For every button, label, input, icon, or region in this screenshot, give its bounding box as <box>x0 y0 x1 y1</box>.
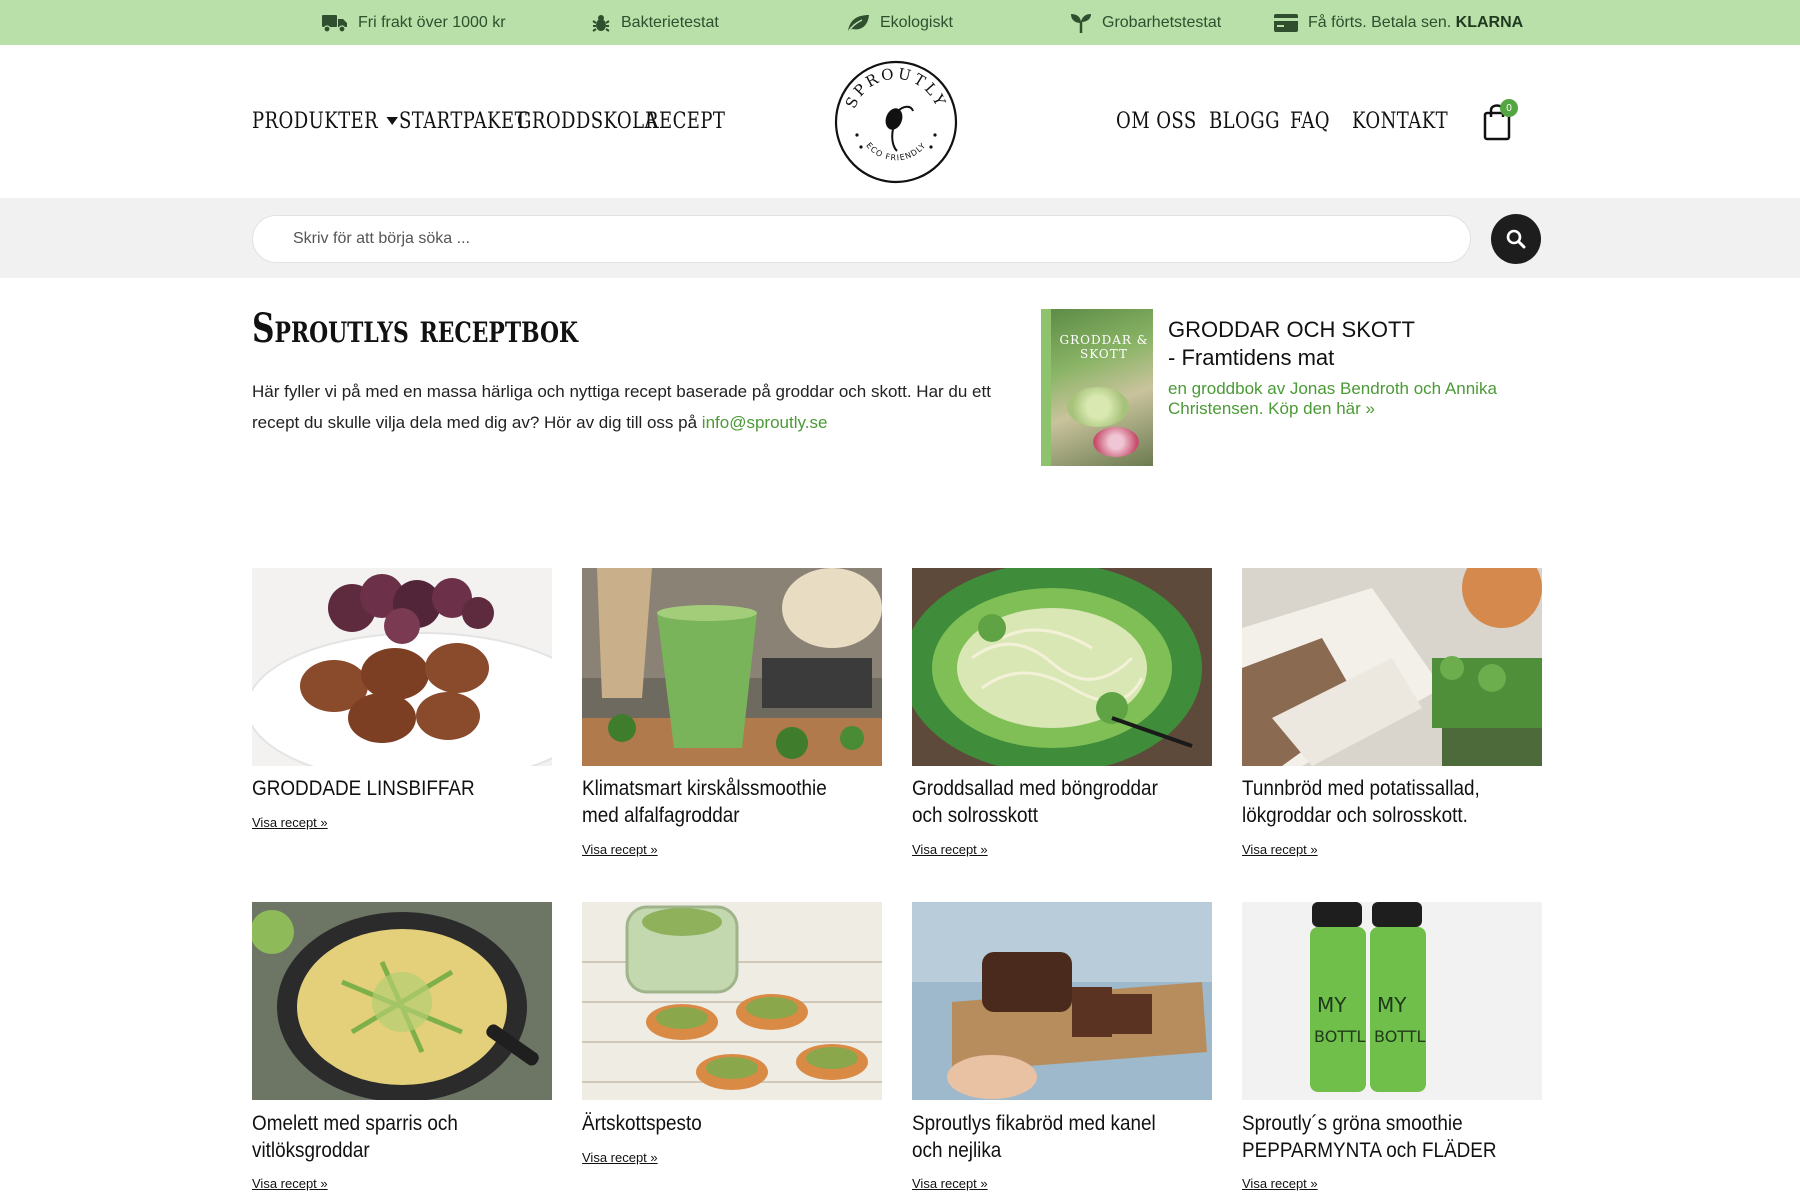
recipe-title[interactable]: Klimatsmart kirskålssmoothie med alfalfa… <box>582 775 852 829</box>
topbar-item-shipping: Fri frakt över 1000 kr <box>322 0 506 45</box>
topbar-label: Få förts. Betala sen. KLARNA <box>1308 13 1524 31</box>
nav-item-blogg[interactable]: BLOGG <box>1209 45 1280 198</box>
recipe-title[interactable]: Groddsallad med böngroddar och solrossko… <box>912 775 1182 829</box>
recipe-image-groddsallad[interactable] <box>912 568 1212 766</box>
book-cover-title: GRODDAR & SKOTT <box>1059 333 1149 361</box>
book-title[interactable]: GRODDAR OCH SKOTT - Framtidens mat <box>1168 316 1415 372</box>
topbar-item-klarna: Få förts. Betala sen. KLARNA <box>1274 0 1523 45</box>
nav-item-kontakt[interactable]: KONTAKT <box>1352 45 1448 198</box>
recipe-link[interactable]: Visa recept » <box>912 842 988 857</box>
recipe-title[interactable]: Omelett med sparris och vitlöksgroddar <box>252 1110 522 1164</box>
nav-item-produkter[interactable]: PRODUKTER <box>252 45 398 198</box>
topbar-label: Ekologiskt <box>880 13 953 31</box>
truck-icon <box>322 14 347 33</box>
topbar-label: Grobarhetstestat <box>1102 13 1222 31</box>
svg-text:BOTTL: BOTTL <box>1314 1027 1366 1046</box>
credit-card-icon <box>1274 13 1298 32</box>
caret-down-icon <box>386 117 398 125</box>
bug-icon <box>592 14 610 32</box>
recipe-title[interactable]: Sproutly´s gröna smoothie PEPPARMYNTA oc… <box>1242 1110 1512 1164</box>
recipe-link[interactable]: Visa recept » <box>582 842 658 857</box>
svg-text:MY: MY <box>1317 993 1347 1017</box>
svg-text:MY: MY <box>1377 993 1407 1017</box>
recipe-link[interactable]: Visa recept » <box>1242 842 1318 857</box>
recipe-link[interactable]: Visa recept » <box>912 1176 988 1191</box>
recipe-image-grona-smoothie[interactable]: MY MY BOTTL BOTTL <box>1242 902 1542 1100</box>
search-button[interactable] <box>1491 214 1541 264</box>
book-cover-image[interactable]: GRODDAR & SKOTT <box>1041 309 1153 466</box>
recipe-title[interactable]: Sproutlys fikabröd med kanel och nejlika <box>912 1110 1182 1164</box>
nav-item-om-oss[interactable]: OM OSS <box>1116 45 1197 198</box>
intro-text: Här fyller vi på med en massa härliga oc… <box>252 382 991 432</box>
recipe-title[interactable]: Ärtskottspesto <box>582 1110 852 1137</box>
book-buy-link[interactable]: en groddbok av Jonas Bendroth och Annika… <box>1168 379 1568 419</box>
nav-item-groddskola[interactable]: GRODDSKOLA <box>517 45 658 198</box>
recipe-image-linsbiffar[interactable] <box>252 568 552 766</box>
recipe-image-fikabrod[interactable] <box>912 902 1212 1100</box>
recipe-link[interactable]: Visa recept » <box>252 815 328 830</box>
recipe-image-omelett[interactable] <box>252 902 552 1100</box>
search-input[interactable] <box>252 215 1471 263</box>
sproutly-logo[interactable]: SPROUTLY ECO FRIENDLY <box>833 59 959 185</box>
svg-text:BOTTL: BOTTL <box>1374 1027 1426 1046</box>
topbar-item-germination: Grobarhetstestat <box>1070 0 1221 45</box>
nav-item-faq[interactable]: FAQ <box>1290 45 1330 198</box>
recipe-link[interactable]: Visa recept » <box>252 1176 328 1191</box>
site-header: PRODUKTER STARTPAKET GRODDSKOLA RECEPT S… <box>0 45 1800 198</box>
recipe-image-smoothie[interactable] <box>582 568 882 766</box>
recipe-image-artskottspesto[interactable] <box>582 902 882 1100</box>
recipe-title[interactable]: Tunnbröd med potatissallad, lökgroddar o… <box>1242 775 1512 829</box>
leaf-icon <box>847 14 869 32</box>
recipe-image-tunnbrod[interactable] <box>1242 568 1542 766</box>
seedling-icon <box>1071 13 1091 33</box>
page-title: Sproutlys receptbok <box>252 305 578 352</box>
cart-count-badge: 0 <box>1500 99 1518 117</box>
klarna-label: KLARNA <box>1455 13 1524 31</box>
recipe-title[interactable]: GRODDADE LINSBIFFAR <box>252 775 522 802</box>
nav-item-startpaket[interactable]: STARTPAKET <box>399 45 527 198</box>
topbar-item-bacteria: Bakterietestat <box>591 0 719 45</box>
nav-item-recept[interactable]: RECEPT <box>645 45 725 198</box>
recipe-link[interactable]: Visa recept » <box>582 1150 658 1165</box>
topbar-label: Fri frakt över 1000 kr <box>358 13 506 31</box>
email-link[interactable]: info@sproutly.se <box>702 413 828 432</box>
search-icon <box>1506 229 1526 249</box>
recipe-link[interactable]: Visa recept » <box>1242 1176 1318 1191</box>
top-info-bar: Fri frakt över 1000 kr Bakterietestat Ek… <box>0 0 1800 45</box>
topbar-label: Bakterietestat <box>621 13 719 31</box>
topbar-item-organic: Ekologiskt <box>846 0 953 45</box>
